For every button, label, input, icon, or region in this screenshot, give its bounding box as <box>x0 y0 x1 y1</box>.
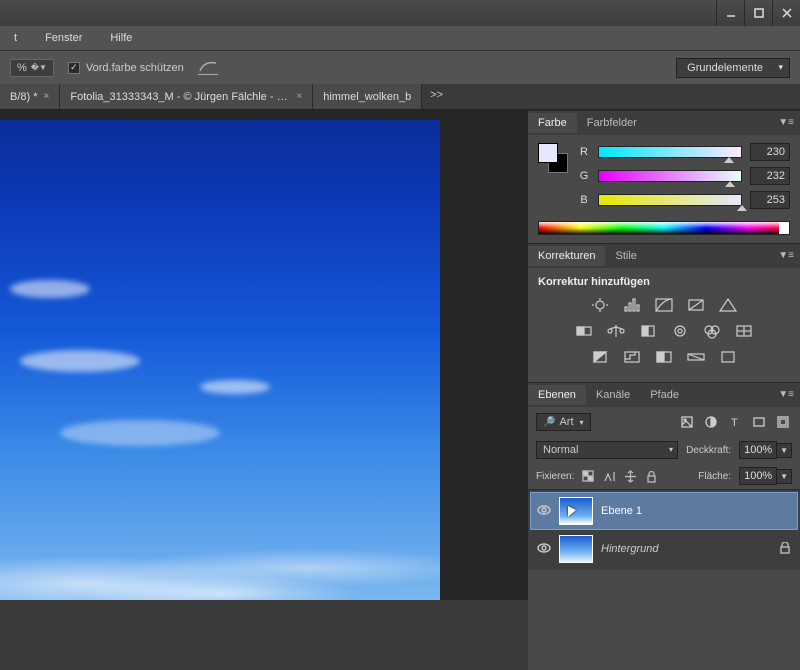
photo-filter-icon[interactable] <box>669 322 691 340</box>
filter-pixel-icon[interactable] <box>678 414 696 430</box>
close-icon[interactable]: × <box>296 91 302 102</box>
cursor-icon <box>568 506 576 517</box>
menu-bar: t Fenster Hilfe <box>0 26 800 50</box>
blend-mode-select[interactable]: Normal <box>536 441 678 459</box>
panel-ebenen: Ebenen Kanäle Pfade ▼≡ 🔎Art▾ T Normal De… <box>528 382 800 670</box>
tab-stile[interactable]: Stile <box>605 246 646 266</box>
opacity-label: Deckkraft: <box>686 445 731 456</box>
layer-ebene-1[interactable]: Ebene 1 <box>530 492 798 530</box>
fill-label: Fläche: <box>698 471 731 482</box>
gradient-map-icon[interactable] <box>685 348 707 366</box>
layer-name[interactable]: Hintergrund <box>601 543 658 555</box>
r-label: R <box>578 146 590 158</box>
menu-hilfe[interactable]: Hilfe <box>104 29 138 47</box>
fill-dropdown-icon[interactable]: ▼ <box>777 469 792 484</box>
menu-item-truncated[interactable]: t <box>8 29 23 47</box>
visibility-icon[interactable] <box>537 541 551 558</box>
g-label: G <box>578 170 590 182</box>
layer-thumbnail[interactable] <box>559 497 593 525</box>
protect-foreground-label: Vord.farbe schützen <box>86 62 184 74</box>
lock-transparent-icon[interactable] <box>582 470 595 483</box>
fill-input[interactable] <box>739 467 777 485</box>
layer-hintergrund[interactable]: Hintergrund <box>530 530 798 568</box>
svg-text:T: T <box>731 417 738 429</box>
brush-icon[interactable] <box>198 61 218 75</box>
panel-korrekturen: Korrekturen Stile ▼≡ Korrektur hinzufüge… <box>528 243 800 382</box>
tabs-overflow-button[interactable]: >> <box>422 84 451 109</box>
b-label: B <box>578 194 590 206</box>
opacity-input[interactable] <box>739 441 777 459</box>
lock-icon <box>779 542 791 557</box>
window-minimize-button[interactable] <box>716 0 744 26</box>
color-spectrum[interactable] <box>538 221 790 235</box>
protect-foreground-checkbox[interactable]: ✓ Vord.farbe schützen <box>68 62 184 74</box>
doc-tab-2[interactable]: himmel_wolken_b <box>313 84 422 109</box>
filter-shape-icon[interactable] <box>750 414 768 430</box>
document-tabs: B/8) *× Fotolia_31333343_M - © Jürgen Fä… <box>0 84 800 110</box>
posterize-icon[interactable] <box>621 348 643 366</box>
filter-smart-icon[interactable] <box>774 414 792 430</box>
g-input[interactable] <box>750 167 790 185</box>
layer-list: Ebene 1 Hintergrund <box>528 489 800 570</box>
vibrance-icon[interactable] <box>717 296 739 314</box>
color-swatches[interactable] <box>538 143 568 173</box>
fg-color-swatch[interactable] <box>538 143 558 163</box>
panel-dock: Farbe Farbfelder ▼≡ R <box>528 110 800 600</box>
tab-ebenen[interactable]: Ebenen <box>528 385 586 405</box>
korrektur-title: Korrektur hinzufügen <box>538 276 790 288</box>
canvas-area[interactable] <box>0 110 528 600</box>
selective-color-icon[interactable] <box>717 348 739 366</box>
layer-list-empty <box>528 570 800 670</box>
workspace-selector[interactable]: Grundelemente <box>676 58 790 78</box>
layer-name[interactable]: Ebene 1 <box>601 505 642 517</box>
doc-tab-1[interactable]: Fotolia_31333343_M - © Jürgen Fälchle - … <box>60 84 313 109</box>
lock-image-icon[interactable] <box>603 470 616 483</box>
layer-filter-kind[interactable]: 🔎Art▾ <box>536 413 591 431</box>
close-icon[interactable]: × <box>44 91 50 102</box>
window-titlebar <box>0 0 800 26</box>
tab-farbe[interactable]: Farbe <box>528 113 577 133</box>
hue-sat-icon[interactable] <box>573 322 595 340</box>
value-dropdown[interactable]: %�▼ <box>10 59 54 77</box>
tab-korrekturen[interactable]: Korrekturen <box>528 246 605 266</box>
tab-kanaele[interactable]: Kanäle <box>586 385 640 405</box>
opacity-dropdown-icon[interactable]: ▼ <box>777 443 792 458</box>
b-input[interactable] <box>750 191 790 209</box>
brightness-contrast-icon[interactable] <box>589 296 611 314</box>
checkbox-icon: ✓ <box>68 62 80 74</box>
layer-thumbnail[interactable] <box>559 535 593 563</box>
panel-menu-icon[interactable]: ▼≡ <box>778 250 794 261</box>
filter-adjust-icon[interactable] <box>702 414 720 430</box>
visibility-icon[interactable] <box>537 503 551 520</box>
color-lookup-icon[interactable] <box>733 322 755 340</box>
exposure-icon[interactable] <box>685 296 707 314</box>
window-close-button[interactable] <box>772 0 800 26</box>
window-maximize-button[interactable] <box>744 0 772 26</box>
threshold-icon[interactable] <box>653 348 675 366</box>
document-canvas[interactable] <box>0 120 440 600</box>
tab-pfade[interactable]: Pfade <box>640 385 689 405</box>
channel-mixer-icon[interactable] <box>701 322 723 340</box>
levels-icon[interactable] <box>621 296 643 314</box>
lock-all-icon[interactable] <box>645 470 658 483</box>
panel-farbe: Farbe Farbfelder ▼≡ R <box>528 110 800 243</box>
b-slider[interactable] <box>598 194 742 206</box>
lock-position-icon[interactable] <box>624 470 637 483</box>
tab-farbfelder[interactable]: Farbfelder <box>577 113 647 133</box>
doc-tab-0[interactable]: B/8) *× <box>0 84 60 109</box>
curves-icon[interactable] <box>653 296 675 314</box>
menu-fenster[interactable]: Fenster <box>39 29 88 47</box>
filter-type-icon[interactable]: T <box>726 414 744 430</box>
lock-label: Fixieren: <box>536 471 574 482</box>
bw-icon[interactable] <box>637 322 659 340</box>
panel-menu-icon[interactable]: ▼≡ <box>778 117 794 128</box>
invert-icon[interactable] <box>589 348 611 366</box>
options-bar: %�▼ ✓ Vord.farbe schützen Grundelemente <box>0 50 800 84</box>
panel-menu-icon[interactable]: ▼≡ <box>778 389 794 400</box>
color-balance-icon[interactable] <box>605 322 627 340</box>
r-input[interactable] <box>750 143 790 161</box>
g-slider[interactable] <box>598 170 742 182</box>
r-slider[interactable] <box>598 146 742 158</box>
